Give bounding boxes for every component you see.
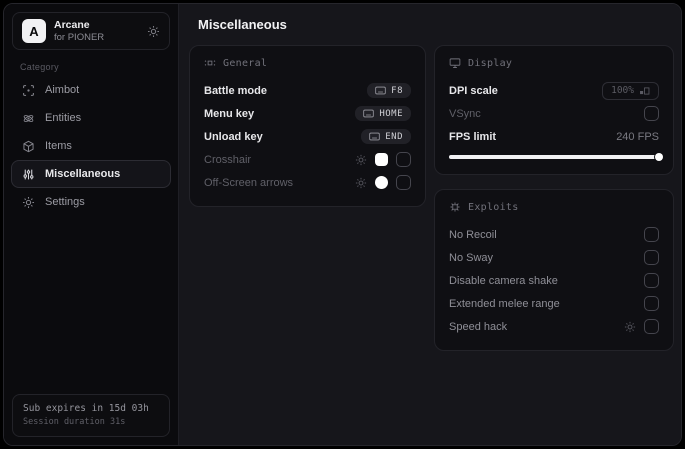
unload-key-row: Unload key END <box>204 125 411 148</box>
keybind-value: F8 <box>391 85 403 96</box>
speed-hack-checkbox[interactable] <box>644 319 659 334</box>
fps-limit-label: FPS limit <box>449 130 497 143</box>
dpi-scale-select[interactable]: 100% <box>602 81 659 100</box>
no-sway-row: No Sway <box>449 246 659 269</box>
subscription-status-card: Sub expires in 15d 03h Session duration … <box>12 394 170 437</box>
sidebar-item-miscellaneous[interactable]: Miscellaneous <box>11 160 171 188</box>
keybind-value: HOME <box>379 108 403 119</box>
vsync-label: VSync <box>449 107 481 120</box>
exploits-card-title: Exploits <box>468 201 519 213</box>
offscreen-arrows-label: Off-Screen arrows <box>204 176 294 189</box>
keyboard-icon <box>363 109 375 118</box>
vsync-checkbox[interactable] <box>644 106 659 121</box>
sidebar-nav: Aimbot Entities Items Miscellaneous Sett… <box>4 76 178 216</box>
speed-hack-row: Speed hack <box>449 315 659 338</box>
atom-icon <box>22 112 35 125</box>
menu-key-label: Menu key <box>204 107 255 120</box>
extended-melee-range-checkbox[interactable] <box>644 296 659 311</box>
crosshair-color-swatch[interactable] <box>375 153 388 166</box>
gear-icon <box>22 196 35 209</box>
sidebar-item-aimbot[interactable]: Aimbot <box>11 76 171 104</box>
keyboard-icon <box>369 132 380 141</box>
crosshair-checkbox[interactable] <box>396 152 411 167</box>
battle-mode-keybind[interactable]: F8 <box>367 83 411 98</box>
menu-key-keybind[interactable]: HOME <box>355 106 411 121</box>
sidebar: A Arcane for PIONER Category Aimbot Enti… <box>4 4 179 445</box>
fps-limit-slider[interactable] <box>449 153 663 161</box>
fps-slider-knob[interactable] <box>655 153 663 161</box>
sidebar-item-label: Entities <box>45 112 82 124</box>
menu-key-row: Menu key HOME <box>204 102 411 125</box>
no-recoil-label: No Recoil <box>449 228 497 241</box>
battle-mode-row: Battle mode F8 <box>204 79 411 102</box>
dpi-scale-row: DPI scale 100% <box>449 79 659 102</box>
no-recoil-checkbox[interactable] <box>644 227 659 242</box>
no-sway-checkbox[interactable] <box>644 250 659 265</box>
sub-expiry-text: Sub expires in 15d 03h <box>23 403 149 414</box>
offscreen-arrows-checkbox[interactable] <box>396 175 411 190</box>
bug-icon <box>449 201 461 213</box>
cube-icon <box>22 140 35 153</box>
general-card-title: General <box>223 57 268 69</box>
offscreen-settings-gear-icon[interactable] <box>355 177 367 189</box>
speed-hack-settings-gear-icon[interactable] <box>624 321 636 333</box>
battle-mode-label: Battle mode <box>204 84 267 97</box>
header-settings-icon[interactable] <box>147 25 160 38</box>
sidebar-item-label: Aimbot <box>45 84 80 96</box>
crosshair-label: Crosshair <box>204 153 252 166</box>
scale-icon <box>639 86 650 96</box>
disable-camera-shake-row: Disable camera shake <box>449 269 659 292</box>
category-label: Category <box>20 62 59 72</box>
sidebar-item-entities[interactable]: Entities <box>11 104 171 132</box>
display-card-title: Display <box>468 57 513 69</box>
no-recoil-row: No Recoil <box>449 223 659 246</box>
dpi-scale-label: DPI scale <box>449 84 498 97</box>
page-title: Miscellaneous <box>198 17 287 32</box>
app-window: A Arcane for PIONER Category Aimbot Enti… <box>3 3 682 446</box>
sidebar-item-label: Items <box>45 140 72 152</box>
fps-limit-row: FPS limit 240 FPS <box>449 125 659 148</box>
grid-icon <box>204 57 216 69</box>
monitor-icon <box>449 57 461 69</box>
app-subtitle: for PIONER <box>54 31 105 43</box>
no-sway-label: No Sway <box>449 251 494 264</box>
offscreen-arrows-row: Off-Screen arrows <box>204 171 411 194</box>
session-duration-text: Session duration 31s <box>23 417 126 427</box>
dpi-scale-value: 100% <box>611 85 634 96</box>
main-content: Miscellaneous General Battle mode F8 Men… <box>179 4 681 445</box>
fps-limit-value: 240 FPS <box>616 130 659 143</box>
keyboard-icon <box>375 86 386 95</box>
extended-melee-range-row: Extended melee range <box>449 292 659 315</box>
sidebar-item-label: Miscellaneous <box>45 168 121 180</box>
crosshair-row: Crosshair <box>204 148 411 171</box>
extended-melee-range-label: Extended melee range <box>449 297 560 310</box>
speed-hack-label: Speed hack <box>449 320 508 333</box>
arcane-logo: A <box>22 19 46 43</box>
sidebar-item-items[interactable]: Items <box>11 132 171 160</box>
app-name: Arcane <box>54 18 90 31</box>
display-card: Display DPI scale 100% VSync FPS limit 2… <box>434 45 674 175</box>
disable-camera-shake-label: Disable camera shake <box>449 274 558 287</box>
exploits-card: Exploits No Recoil No Sway Disable camer… <box>434 189 674 351</box>
sidebar-item-settings[interactable]: Settings <box>11 188 171 216</box>
disable-camera-shake-checkbox[interactable] <box>644 273 659 288</box>
general-card: General Battle mode F8 Menu key HOME Unl… <box>189 45 426 207</box>
sliders-icon <box>22 168 35 181</box>
offscreen-color-swatch[interactable] <box>375 176 388 189</box>
vsync-row: VSync <box>449 102 659 125</box>
crosshair-settings-gear-icon[interactable] <box>355 154 367 166</box>
app-header-card: A Arcane for PIONER <box>12 12 170 50</box>
unload-key-label: Unload key <box>204 130 263 143</box>
keybind-value: END <box>385 131 403 142</box>
crosshair-scan-icon <box>22 84 35 97</box>
unload-key-keybind[interactable]: END <box>361 129 411 144</box>
sidebar-item-label: Settings <box>45 196 85 208</box>
